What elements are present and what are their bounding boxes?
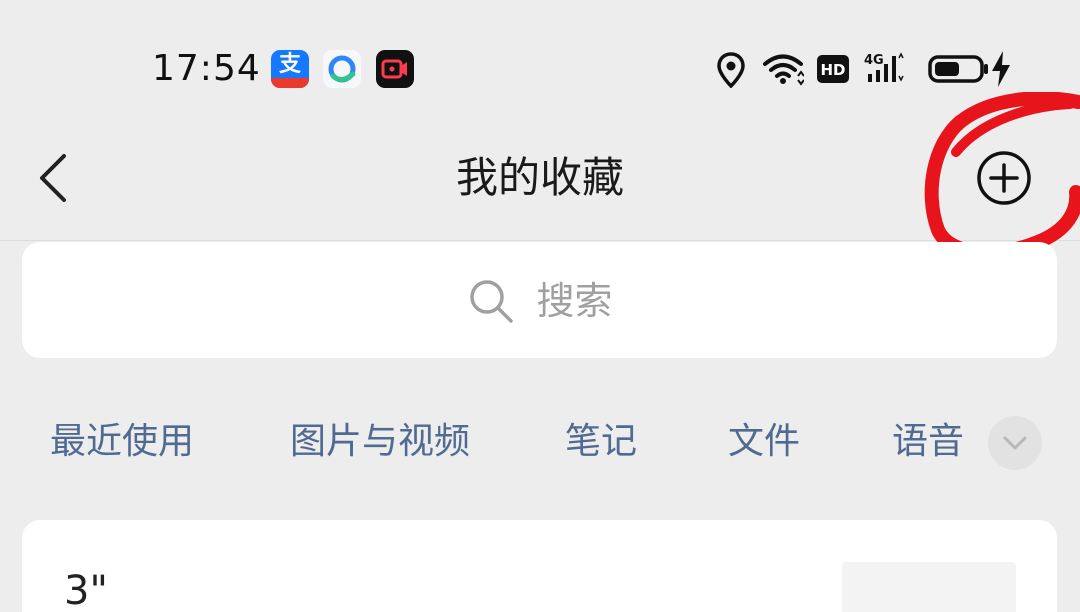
chevron-down-icon	[1003, 436, 1027, 450]
network-label: 4G	[864, 53, 884, 68]
favorite-item-thumbnail	[842, 562, 1016, 612]
add-favorite-button[interactable]	[972, 146, 1036, 210]
tab-recent[interactable]: 最近使用	[50, 414, 194, 470]
favorite-item-text: 3"	[64, 568, 108, 612]
plus-circle-icon	[977, 151, 1031, 205]
location-icon	[717, 52, 745, 88]
page-title: 我的收藏	[455, 153, 624, 202]
battery-icon	[928, 55, 988, 83]
tab-notes[interactable]: 笔记	[565, 414, 637, 470]
expand-tabs-button[interactable]	[988, 416, 1042, 470]
tab-photos-videos[interactable]: 图片与视频	[290, 414, 470, 470]
4g-signal-icon: 4G	[864, 52, 904, 82]
hd-label: HD	[820, 61, 845, 79]
tab-files[interactable]: 文件	[728, 414, 800, 470]
alipay-glyph: 支	[278, 52, 301, 77]
video-recorder-icon	[376, 50, 414, 88]
favorites-screen: 17:54 支 HD 4G 我的收藏 搜索 最近使用 图片与视频 笔记 文件 语…	[0, 0, 1080, 612]
category-tabs: 最近使用 图片与视频 笔记 文件 语音	[0, 408, 1080, 478]
status-bar: 17:54 支 HD 4G	[0, 0, 1080, 120]
hd-icon: HD	[817, 55, 849, 83]
nav-bar: 我的收藏	[0, 120, 1080, 241]
search-icon	[470, 280, 514, 323]
favorite-item[interactable]: 3"	[22, 520, 1057, 612]
browser-icon	[323, 50, 361, 88]
search-placeholder: 搜索	[536, 279, 613, 323]
search-bar[interactable]: 搜索	[22, 242, 1057, 358]
charging-icon	[992, 51, 1010, 87]
status-time: 17:54	[152, 48, 261, 89]
alipay-icon: 支	[271, 50, 309, 88]
tab-voice[interactable]: 语音	[892, 414, 964, 470]
wifi-icon	[763, 54, 804, 86]
